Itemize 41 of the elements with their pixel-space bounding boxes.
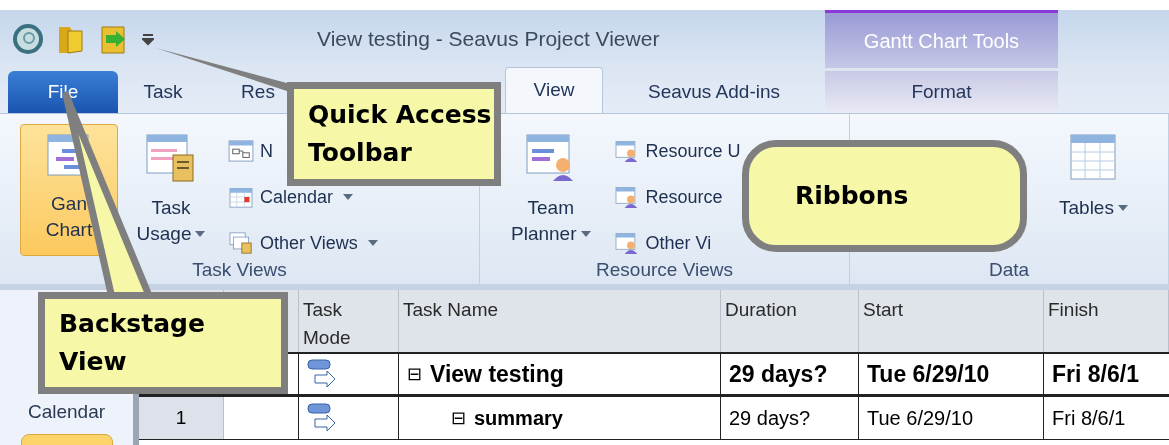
callout-text: Ribbons	[795, 180, 909, 212]
view-bar-label: Calendar	[27, 399, 106, 424]
ribbon-button[interactable]: Tables	[1050, 124, 1137, 256]
ribbon-tab[interactable]: Seavus Add-ins	[603, 71, 825, 113]
ribbon-tab[interactable]: View	[505, 67, 603, 113]
collapse-toggle[interactable]: ⊟	[407, 360, 422, 388]
ribbon-tab[interactable]: Format	[825, 71, 1058, 113]
resource-icon	[613, 186, 640, 208]
window-title: View testing - Seavus Project Viewer	[317, 26, 661, 53]
ribbon-menu-button[interactable]: Resource	[613, 186, 723, 208]
network-diagram-icon	[228, 140, 254, 162]
task-name: View testing	[430, 359, 564, 389]
callout-text: Quick Access Toolbar	[308, 99, 493, 169]
contextual-tab-header: Gantt Chart Tools	[825, 10, 1058, 68]
group-label: Data	[987, 258, 1031, 282]
ribbon-menu-button[interactable]: Other Vi	[613, 232, 712, 254]
ribbon-menu-button[interactable]: N	[228, 140, 273, 162]
collapse-toggle[interactable]: ⊟	[451, 404, 466, 432]
resource-icon	[613, 232, 640, 254]
column-header[interactable]: Task Mode	[299, 290, 399, 352]
calendar-icon	[228, 186, 254, 208]
row-number: 1	[139, 397, 224, 439]
group-label: Resource Views	[595, 258, 734, 282]
group-label: Task Views	[191, 258, 288, 282]
callout-text: Backstage View	[59, 308, 206, 378]
ribbon-tab[interactable]: Task	[118, 71, 208, 113]
app-logo-icon[interactable]	[12, 23, 44, 55]
task-usage-icon	[145, 133, 197, 183]
customize-toolbar-icon[interactable]	[142, 32, 154, 46]
ribbon-button[interactable]: Team Planner	[502, 124, 600, 256]
ribbon-button[interactable]: Task Usage	[128, 124, 214, 256]
ribbon-menu-button[interactable]: Calendar	[228, 186, 354, 208]
other-views-icon	[228, 232, 254, 254]
resource-icon	[613, 140, 640, 162]
column-header[interactable]: Start	[859, 290, 1044, 352]
column-header[interactable]: Task Name	[399, 290, 721, 352]
column-header[interactable]: Finish	[1044, 290, 1169, 352]
ribbon-menu-button[interactable]: Resource U	[613, 140, 741, 162]
ribbon-menu-button[interactable]: Other Views	[228, 232, 378, 254]
task-name: summary	[474, 406, 563, 431]
column-header[interactable]: Duration	[721, 290, 859, 352]
